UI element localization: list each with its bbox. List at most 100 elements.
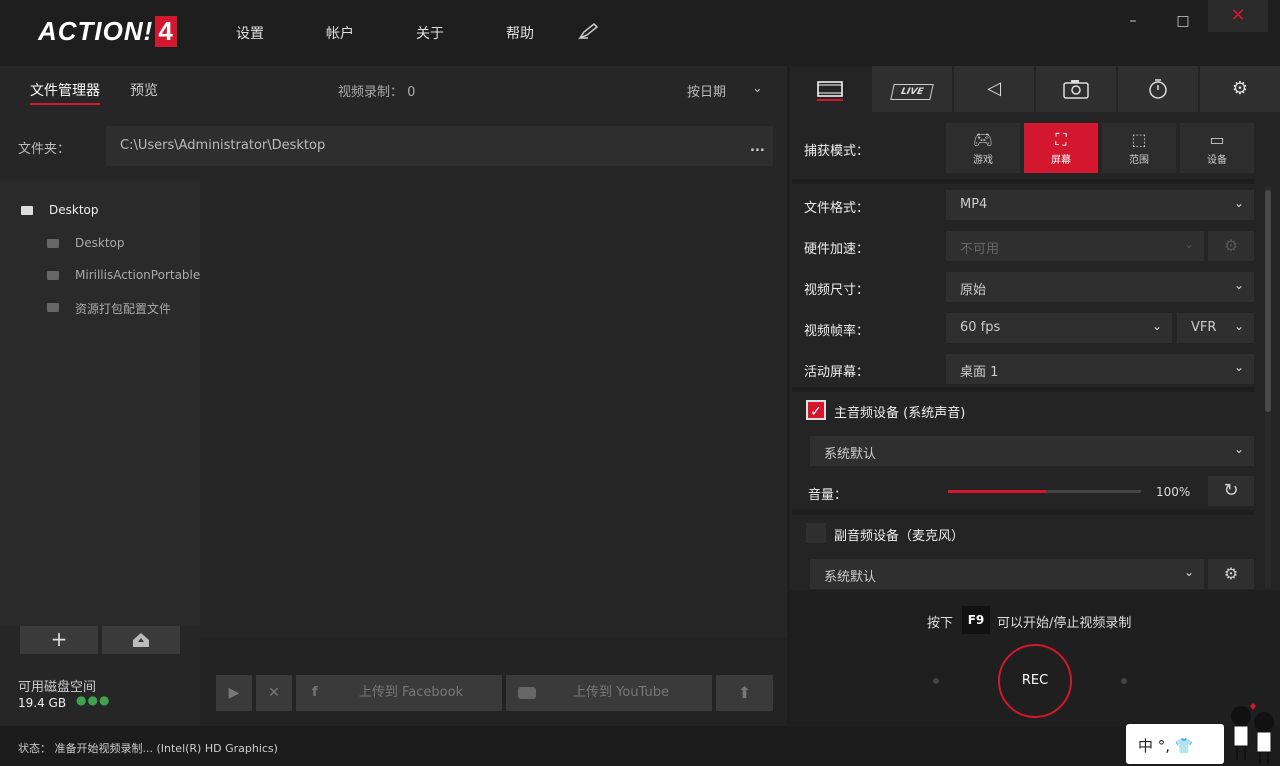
video-size-value: 原始 (960, 283, 987, 298)
tab-live[interactable]: LIVE (872, 66, 952, 112)
upload-youtube-label: 上传到 YouTube (573, 685, 669, 700)
scrollbar-thumb[interactable] (1265, 190, 1271, 412)
upload-facebook-button[interactable]: f 上传到 Facebook (296, 675, 502, 711)
status-text: 状态： 准备开始视频录制... (Intel(R) HD Graphics) (18, 742, 278, 755)
video-icon (817, 81, 843, 97)
menu-about[interactable]: 关于 (416, 23, 444, 43)
indicator-dot (1121, 678, 1127, 684)
tree-item[interactable]: Desktop (75, 236, 125, 250)
capture-mode-label-screen: 屏幕 (1051, 155, 1071, 166)
play-button[interactable]: ▶ (216, 675, 252, 711)
gear-icon: ⚙ (1223, 236, 1239, 255)
divider (792, 510, 1254, 515)
tree-item-root[interactable]: Desktop (49, 203, 99, 217)
hw-accel-settings-button: ⚙ (1208, 231, 1254, 261)
tab-timer[interactable] (1118, 66, 1198, 112)
folder-icon (21, 206, 33, 215)
framerate-label: 视频帧率： (804, 324, 870, 339)
delete-button[interactable]: ✕ (256, 675, 292, 711)
file-list-area (200, 180, 787, 638)
record-button[interactable]: REC (998, 644, 1072, 718)
app-logo: ACTION! 4 (38, 16, 177, 47)
hw-accel-label: 硬件加速： (804, 242, 870, 257)
capture-mode-label: 捕获模式： (804, 144, 870, 159)
chevron-down-icon: ⌄ (1233, 319, 1244, 333)
home-folder-button[interactable] (102, 626, 180, 654)
check-icon: ✓ (810, 404, 822, 420)
sub-audio-device-value: 系统默认 (824, 570, 877, 585)
file-format-select[interactable]: MP4 ⌄ (946, 190, 1254, 220)
browse-folder-button[interactable]: ... (750, 140, 765, 155)
hdmi-icon: ▭ (1209, 130, 1225, 149)
chevron-down-icon: ⌄ (1151, 319, 1162, 333)
main-audio-label: 主音频设备 (系统声音) (834, 406, 966, 421)
upload-youtube-button[interactable]: 上传到 YouTube (506, 675, 712, 711)
chevron-down-icon: ⌄ (1233, 196, 1244, 210)
sub-audio-checkbox[interactable] (806, 523, 826, 543)
folder-label: 文件夹： (18, 142, 71, 157)
main-audio-device-value: 系统默认 (824, 447, 877, 462)
file-format-value: MP4 (960, 197, 988, 212)
upload-button[interactable]: ⬆ (716, 675, 773, 711)
tab-screenshot[interactable] (1036, 66, 1116, 112)
camera-icon (1063, 80, 1089, 99)
tree-item[interactable]: MirillisActionPortable (75, 268, 200, 282)
tab-audio[interactable]: ◁ (954, 66, 1034, 112)
sub-audio-settings-button[interactable]: ⚙ (1208, 559, 1254, 589)
minimize-button[interactable]: – (1110, 8, 1156, 34)
capture-mode-region[interactable]: ⬚ 范围 (1102, 123, 1176, 173)
active-screen-select[interactable]: 桌面 1 ⌄ (946, 354, 1254, 384)
youtube-icon (518, 687, 536, 699)
file-format-label: 文件格式： (804, 201, 870, 216)
capture-mode-game[interactable]: 🎮︎ 游戏 (946, 123, 1020, 173)
add-folder-button[interactable]: + (20, 626, 98, 654)
sub-audio-device-select[interactable]: 系统默认 ⌄ (810, 559, 1204, 589)
close-button[interactable]: ✕ (1208, 0, 1268, 32)
menu-settings[interactable]: 设置 (236, 23, 264, 43)
menu-account[interactable]: 帐户 (326, 23, 354, 43)
maximize-button[interactable]: □ (1160, 8, 1206, 34)
play-icon: ▶ (228, 685, 240, 701)
tree-item[interactable]: 资源打包配置文件 (75, 300, 171, 317)
upload-arrow-icon: ⬆ (737, 683, 752, 702)
tab-preview[interactable]: 预览 (130, 80, 158, 100)
hotkey-hint-prefix: 按下 (927, 616, 954, 631)
video-size-select[interactable]: 原始 ⌄ (946, 272, 1254, 302)
home-upload-icon (133, 633, 149, 647)
sort-dropdown[interactable]: 按日期 (687, 81, 726, 100)
divider (792, 179, 1254, 184)
capture-mode-device[interactable]: ▭ 设备 (1180, 123, 1254, 173)
active-screen-label: 活动屏幕： (804, 365, 870, 380)
speaker-icon: ◁ (987, 78, 1001, 99)
gear-icon: ⚙ (1223, 564, 1239, 583)
recording-count: 视频录制： 0 (338, 85, 416, 100)
facebook-icon: f (312, 685, 318, 700)
hw-accel-value: 不可用 (960, 242, 1000, 257)
chevron-down-icon: ⌄ (1233, 360, 1244, 374)
hotkey-badge: F9 (962, 606, 990, 634)
main-audio-checkbox[interactable]: ✓ (806, 400, 826, 420)
volume-label: 音量： (808, 488, 848, 503)
framerate-mode-select[interactable]: VFR ⌄ (1177, 313, 1254, 343)
folder-icon (47, 239, 59, 248)
capture-mode-label-game: 游戏 (973, 155, 993, 166)
timer-icon (1149, 79, 1167, 99)
tab-settings[interactable]: ⚙ (1200, 66, 1280, 112)
folder-path-field[interactable]: C:\Users\Administrator\Desktop (106, 126, 773, 166)
chevron-down-icon[interactable]: ⌄ (752, 81, 763, 96)
ime-toolbar[interactable]: 中 °, 👕 (1126, 724, 1224, 764)
main-audio-device-select[interactable]: 系统默认 ⌄ (810, 436, 1254, 466)
folder-icon (47, 303, 59, 312)
mascot-icon (1231, 703, 1274, 764)
reset-volume-button[interactable]: ↻ (1208, 476, 1254, 506)
upload-facebook-label: 上传到 Facebook (358, 685, 464, 700)
menu-help[interactable]: 帮助 (506, 23, 534, 43)
tab-video[interactable] (790, 66, 870, 112)
capture-mode-screen[interactable]: ⛶ 屏幕 (1024, 123, 1098, 173)
pen-icon[interactable] (578, 22, 600, 40)
capture-mode-label-region: 范围 (1129, 155, 1149, 166)
disk-status-dots: ●●● (76, 693, 111, 707)
tab-file-manager[interactable]: 文件管理器 (30, 80, 100, 105)
framerate-select[interactable]: 60 fps ⌄ (946, 313, 1172, 343)
region-icon: ⬚ (1131, 130, 1147, 149)
